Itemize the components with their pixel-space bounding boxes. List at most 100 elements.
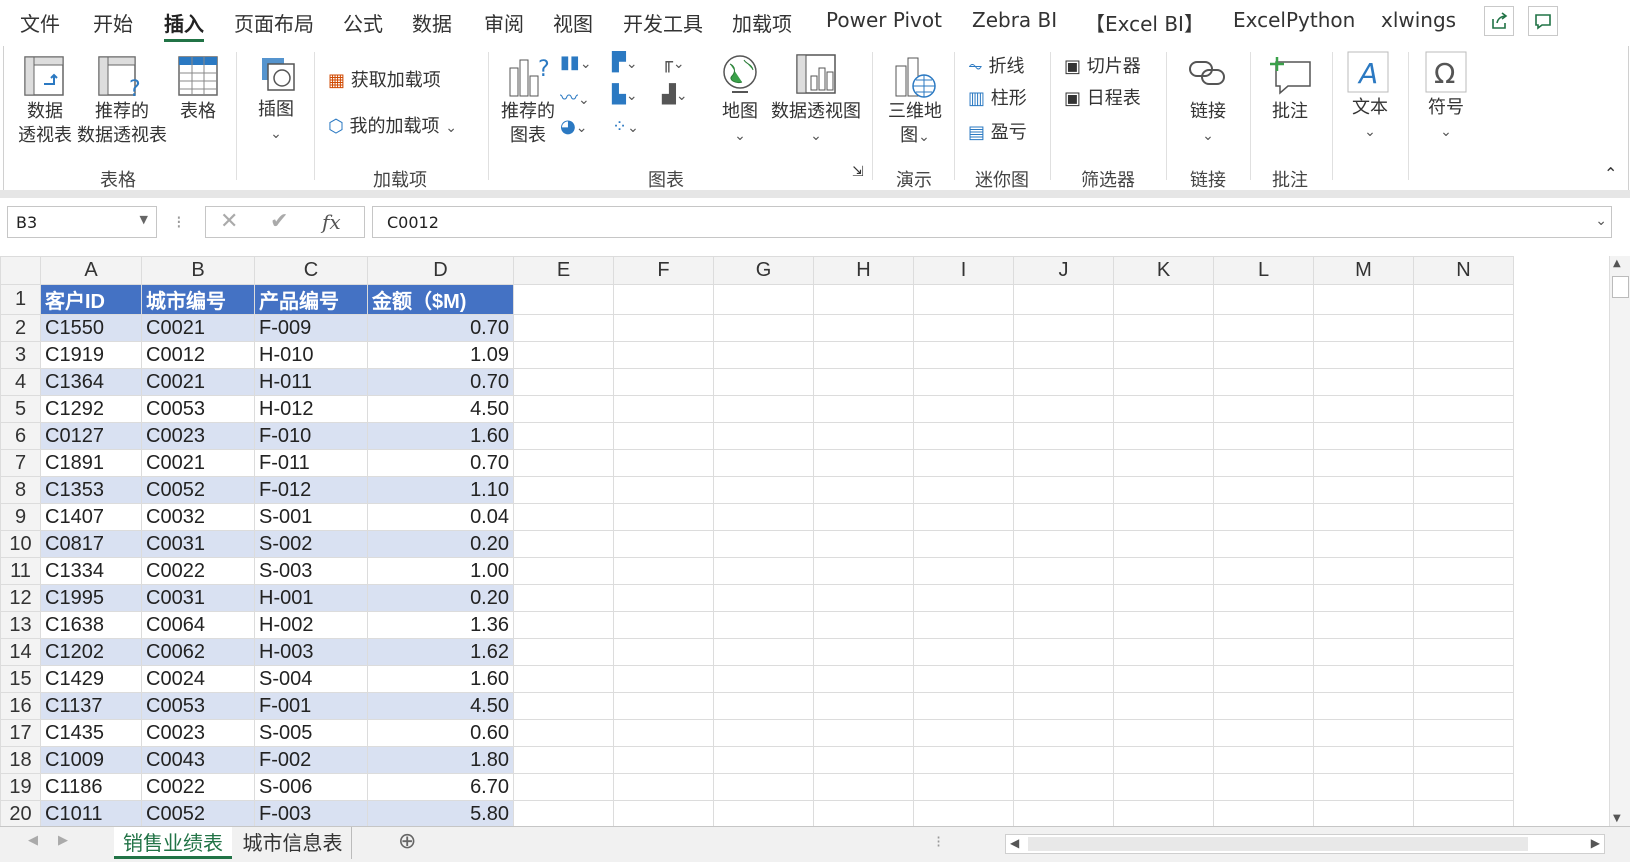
column-header[interactable]: N [1413,256,1514,285]
cell[interactable]: H-012 [254,395,368,423]
cell[interactable] [1213,422,1314,450]
cell[interactable] [913,395,1014,423]
cell[interactable] [1213,773,1314,801]
row-header[interactable]: 3 [0,341,41,369]
cell[interactable]: F-010 [254,422,368,450]
cell[interactable] [1213,395,1314,423]
cell[interactable] [1313,611,1414,639]
cell[interactable] [1313,800,1414,826]
cell[interactable] [1413,773,1514,801]
column-header[interactable]: D [367,256,514,285]
cell[interactable]: 0.20 [367,530,514,558]
cell[interactable] [513,746,614,774]
horizontal-scroll-thumb[interactable] [1028,837,1528,851]
next-sheet-icon[interactable]: ▶ [58,833,68,848]
scroll-right-icon[interactable]: ▶ [1591,836,1600,850]
cell[interactable] [1413,284,1514,315]
cell[interactable] [1413,314,1514,342]
pie-chart-button[interactable]: ◕⌄ [560,116,587,137]
map-button[interactable]: 地图 ⌄ [712,100,768,148]
cell[interactable] [1013,773,1114,801]
cell[interactable] [1013,611,1114,639]
cell[interactable] [1313,665,1414,693]
cell[interactable] [1113,422,1214,450]
row-header[interactable]: 10 [0,530,41,558]
line-chart-button[interactable]: 〰⌄ [560,84,590,110]
symbol-button[interactable]: 符号 ⌄ [1418,96,1474,144]
cell[interactable] [813,746,914,774]
cell[interactable]: C1009 [40,746,142,774]
cell[interactable] [1413,584,1514,612]
cell[interactable] [613,719,714,747]
cell[interactable]: C0023 [141,719,255,747]
cell[interactable] [1013,692,1114,720]
name-box[interactable]: B3 ▼ [7,206,157,238]
cell[interactable]: C1435 [40,719,142,747]
cell[interactable]: C1137 [40,692,142,720]
cell[interactable] [1413,557,1514,585]
cell[interactable] [1213,284,1314,315]
cell[interactable] [613,503,714,531]
cell[interactable] [613,422,714,450]
cell[interactable] [1413,665,1514,693]
tab-developer[interactable]: 开发工具 [623,8,703,37]
cell[interactable]: C0064 [141,611,255,639]
cell[interactable] [913,476,1014,504]
cell[interactable] [513,692,614,720]
cell[interactable]: C0062 [141,638,255,666]
recommended-pivot-button[interactable]: 推荐的 数据透视表 [74,100,170,148]
cell[interactable] [713,584,814,612]
cell[interactable] [613,314,714,342]
select-all-corner[interactable] [0,256,41,285]
cell[interactable]: C0052 [141,476,255,504]
cell[interactable]: 1.10 [367,476,514,504]
cell[interactable] [1213,530,1314,558]
cell[interactable] [1213,638,1314,666]
timeline-button[interactable]: ▣ 日程表 [1064,84,1141,110]
cell[interactable] [1213,449,1314,477]
cell[interactable] [813,476,914,504]
cell[interactable] [913,503,1014,531]
cell[interactable]: C0021 [141,368,255,396]
cell[interactable] [813,503,914,531]
cell[interactable] [913,584,1014,612]
cell[interactable]: S-003 [254,557,368,585]
row-header[interactable]: 5 [0,395,41,423]
cell[interactable]: C1919 [40,341,142,369]
cell[interactable] [1413,638,1514,666]
cell[interactable] [1313,746,1414,774]
cell[interactable] [1313,638,1414,666]
cell[interactable] [1113,584,1214,612]
cell[interactable] [1313,530,1414,558]
column-header[interactable]: G [713,256,814,285]
cell[interactable] [1213,692,1314,720]
cell[interactable] [713,719,814,747]
cell[interactable]: C0043 [141,746,255,774]
cell[interactable] [1313,395,1414,423]
row-header[interactable]: 19 [0,773,41,801]
cell[interactable] [1113,611,1214,639]
cell[interactable] [713,692,814,720]
slicer-button[interactable]: ▣ 切片器 [1064,52,1141,78]
my-addins-button[interactable]: ⬡ 我的加载项 ⌄ [328,112,457,138]
cell[interactable] [813,341,914,369]
row-header[interactable]: 13 [0,611,41,639]
cell[interactable] [1213,800,1314,826]
cell[interactable] [1013,530,1114,558]
cell[interactable]: C0023 [141,422,255,450]
cell[interactable] [1313,503,1414,531]
3d-map-button[interactable]: 三维地 图⌄ [882,100,948,149]
cell[interactable]: H-002 [254,611,368,639]
cell[interactable]: C1429 [40,665,142,693]
cell[interactable]: C1407 [40,503,142,531]
cell[interactable]: 1.36 [367,611,514,639]
column-header[interactable]: F [613,256,714,285]
cell[interactable]: 1.62 [367,638,514,666]
cell[interactable] [1013,395,1114,423]
cell[interactable] [813,584,914,612]
cell[interactable]: F-011 [254,449,368,477]
tab-formulas[interactable]: 公式 [343,8,383,37]
cell[interactable]: C0021 [141,449,255,477]
cell[interactable] [513,557,614,585]
cell[interactable] [813,557,914,585]
